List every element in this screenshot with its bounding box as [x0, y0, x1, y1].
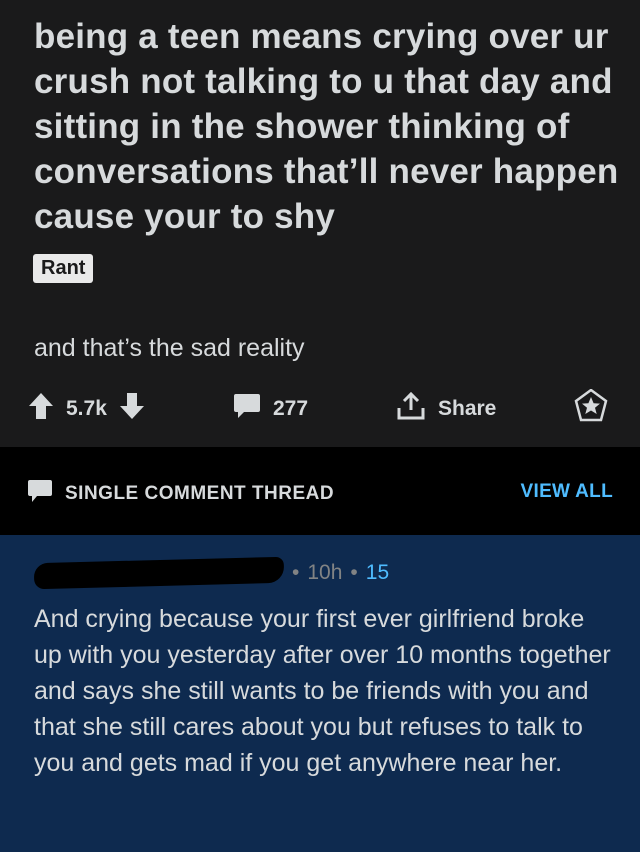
comment-meta: • 10h • 15 [33, 556, 390, 590]
comment-count: 277 [273, 397, 309, 420]
comment-card: • 10h • 15 And crying because your first… [0, 535, 640, 852]
view-all-link[interactable]: VIEW ALL [521, 481, 613, 503]
thread-label: SINGLE COMMENT THREAD [65, 483, 335, 504]
comment-age: 10h [307, 561, 343, 584]
share-icon [396, 391, 426, 427]
vote-controls: 5.7k [28, 388, 145, 430]
meta-separator: • [292, 561, 300, 584]
share-button[interactable]: Share [396, 388, 496, 430]
arrow-down-icon[interactable] [119, 392, 145, 426]
comments-button[interactable]: 277 [233, 388, 308, 430]
award-icon [574, 388, 608, 429]
share-label: Share [438, 397, 497, 420]
comment-score: 15 [365, 561, 390, 584]
single-comment-thread-bar: SINGLE COMMENT THREAD VIEW ALL [0, 447, 640, 535]
arrow-up-icon[interactable] [28, 392, 54, 426]
thread-label-group: SINGLE COMMENT THREAD [27, 479, 334, 509]
speech-bubble-icon [27, 479, 53, 509]
award-button[interactable] [574, 388, 608, 430]
post-flair[interactable]: Rant [33, 254, 94, 283]
comment-body: And crying because your first ever girlf… [34, 605, 611, 777]
meta-separator: • [350, 561, 358, 584]
vote-count: 5.7k [66, 397, 107, 420]
post-action-bar: 5.7k 277 Share [0, 388, 640, 430]
post-card: being a teen means crying over ur crush … [0, 0, 640, 447]
redacted-username [33, 556, 285, 590]
post-body: and that’s the sad reality [34, 334, 305, 362]
speech-bubble-icon [233, 393, 261, 425]
post-title[interactable]: being a teen means crying over ur crush … [34, 14, 624, 239]
